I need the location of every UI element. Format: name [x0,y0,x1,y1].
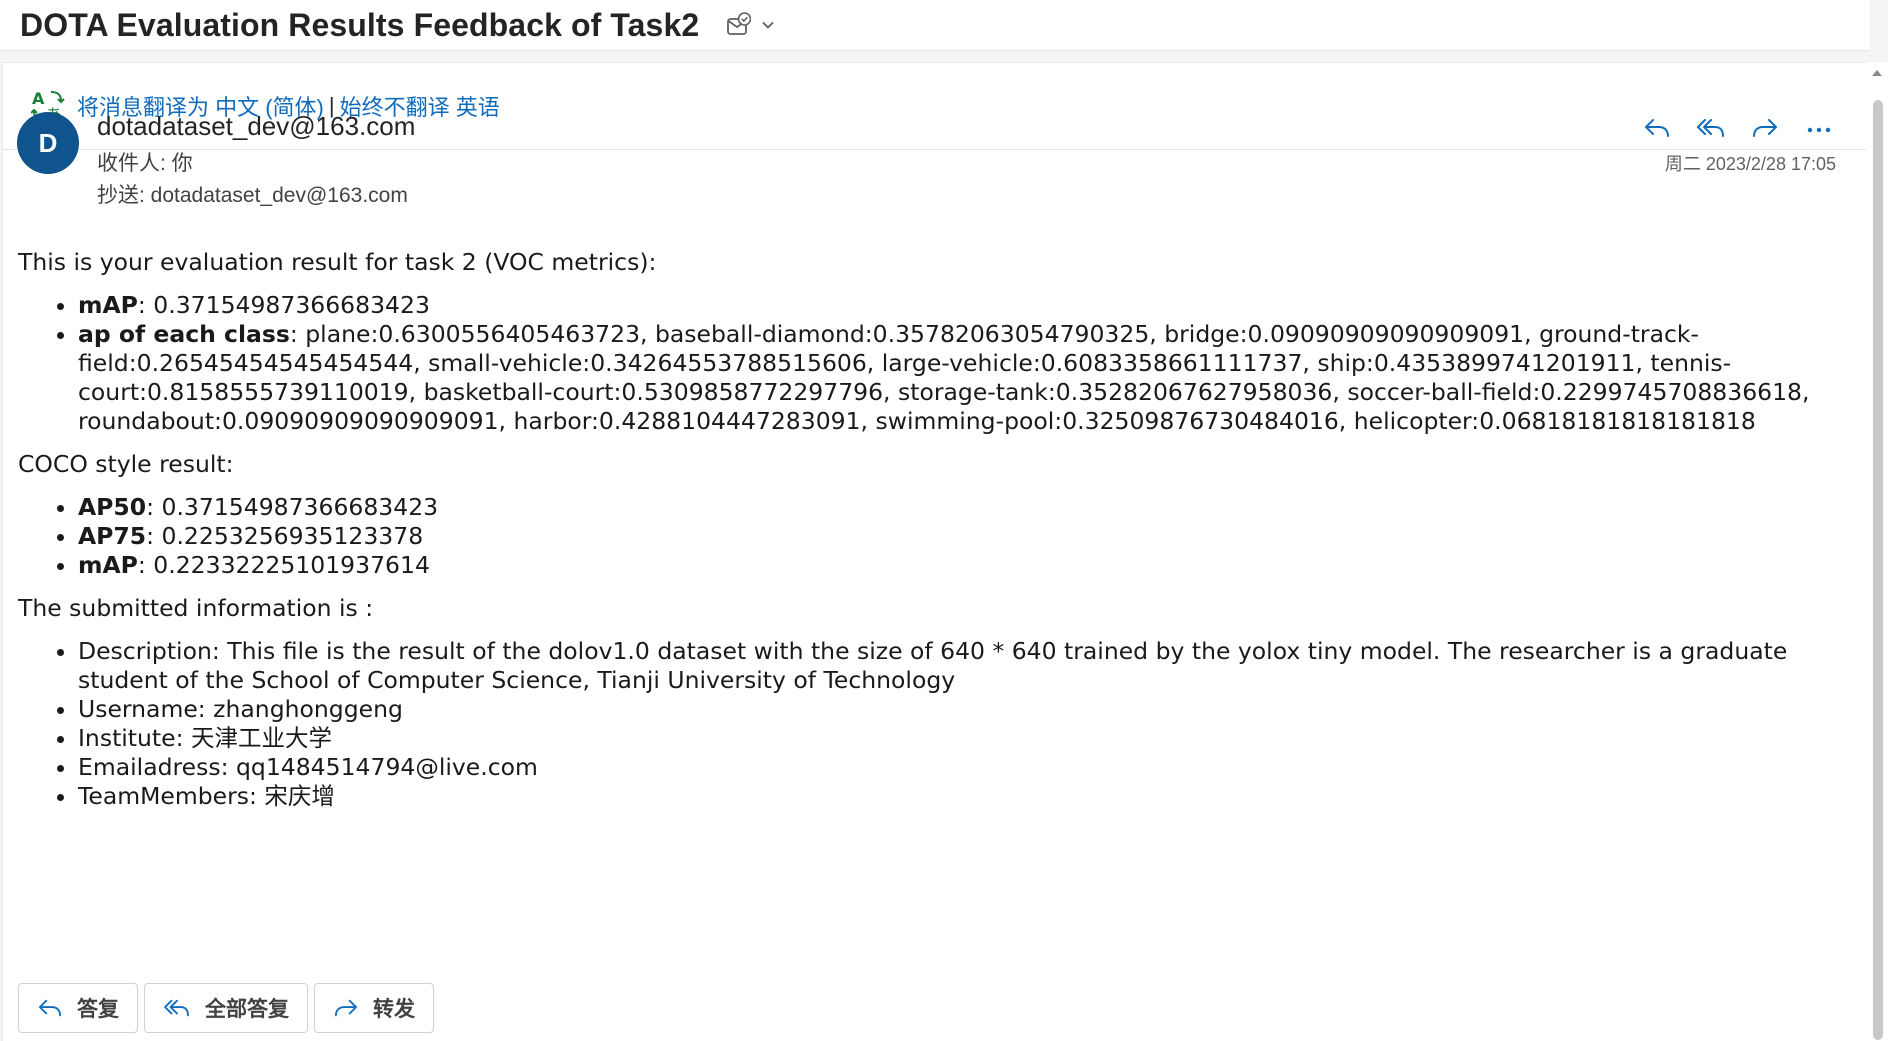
more-actions-button[interactable] [1792,110,1846,150]
metric-label: AP50 [78,493,147,521]
message-date: 周二 2023/2/28 17:05 [1664,154,1836,174]
list-item: TeamMembers: 宋庆增 [78,782,1838,811]
coco-intro: COCO style result: [18,450,234,478]
metric-value: : 0.22332225101937614 [137,551,430,579]
reply-button-label: 答复 [77,997,119,1021]
list-item: mAP: 0.37154987366683423 [78,291,1838,320]
reply-icon [1643,116,1671,145]
submitted-intro: The submitted information is : [18,594,374,622]
chevron-down-icon [761,20,775,30]
metric-value: : 0.2253256935123378 [146,522,424,550]
metric-label: mAP [78,291,138,319]
metric-value: : 0.37154987366683423 [146,493,439,521]
list-item: AP75: 0.2253256935123378 [78,522,1838,551]
cc-line: 抄送: dotadataset_dev@163.com [97,184,408,207]
voc-intro: This is your evaluation result for task … [18,248,657,276]
subject-bar: DOTA Evaluation Results Feedback of Task… [0,0,1870,51]
metric-value: : 0.37154987366683423 [137,291,430,319]
reply-header-button[interactable] [1630,110,1684,150]
recipient-line: 收件人: 你 [97,152,193,175]
scrollbar-thumb[interactable] [1873,100,1883,1040]
list-item: ap of each class: plane:0.63005564054637… [78,320,1838,436]
reply-all-icon [1696,116,1726,145]
voc-results-list: mAP: 0.37154987366683423 ap of each clas… [18,291,1838,436]
sender-address[interactable]: dotadataset_dev@163.com [97,111,415,142]
reply-button[interactable]: 答复 [18,983,138,1033]
reply-all-button-label: 全部答复 [205,997,289,1021]
metric-label: ap of each class [78,320,290,348]
subject-title: DOTA Evaluation Results Feedback of Task… [20,6,700,43]
checklist-mail-icon [725,12,752,38]
forward-button[interactable]: 转发 [314,983,434,1033]
metric-label: AP75 [78,522,147,550]
list-item: Emailadress: qq1484514794@live.com [78,753,1838,782]
more-icon [1807,121,1831,139]
list-item: Username: zhanghonggeng [78,695,1838,724]
email-reading-pane: DOTA Evaluation Results Feedback of Task… [0,0,1888,1041]
forward-button-label: 转发 [373,997,415,1021]
list-item: Description: This file is the result of … [78,637,1838,695]
metric-value: : plane:0.6300556405463723, baseball-dia… [78,320,1810,435]
list-item: AP50: 0.37154987366683423 [78,493,1838,522]
forward-icon [333,997,359,1019]
reply-all-icon [163,997,191,1019]
scroll-up-arrow-icon[interactable] [1870,66,1884,78]
reply-actions: 答复 全部答复 转发 [18,983,434,1033]
reply-all-header-button[interactable] [1684,110,1738,150]
coco-results-list: AP50: 0.37154987366683423 AP75: 0.225325… [18,493,1838,580]
avatar[interactable]: D [17,112,79,174]
reply-all-button[interactable]: 全部答复 [144,983,308,1033]
subject-actions-button[interactable] [725,5,775,45]
submitted-info-list: Description: This file is the result of … [18,637,1838,811]
svg-text:A: A [32,89,45,108]
header-actions [1630,110,1846,150]
reply-icon [37,997,63,1019]
list-item: Institute: 天津工业大学 [78,724,1838,753]
message-body: This is your evaluation result for task … [18,248,1838,825]
list-item: mAP: 0.22332225101937614 [78,551,1838,580]
forward-icon [1751,116,1779,145]
forward-header-button[interactable] [1738,110,1792,150]
metric-label: mAP [78,551,138,579]
